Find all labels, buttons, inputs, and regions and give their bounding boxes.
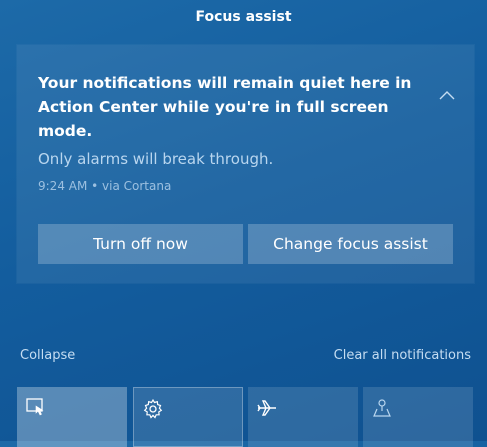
chevron-up-icon[interactable] <box>437 87 457 101</box>
location-icon <box>373 399 391 417</box>
quick-action-settings[interactable] <box>133 387 243 447</box>
quick-action-airplane-mode[interactable] <box>248 387 358 447</box>
action-center-title: Focus assist <box>195 9 292 25</box>
airplane-icon <box>257 400 276 416</box>
tablet-mode-icon <box>26 398 44 416</box>
quick-action-tablet-mode[interactable] <box>17 387 127 447</box>
clear-all-notifications-link[interactable]: Clear all notifications <box>334 348 471 363</box>
quick-action-location[interactable] <box>363 387 473 447</box>
turn-off-now-button[interactable]: Turn off now <box>38 224 243 264</box>
gear-icon <box>143 398 163 419</box>
notification-message: Your notifications will remain quiet her… <box>38 74 412 140</box>
notification-meta: 9:24 AM • via Cortana <box>38 179 172 193</box>
focus-assist-notification: Your notifications will remain quiet her… <box>17 45 474 283</box>
notification-subtext: Only alarms will break through. <box>38 150 274 168</box>
change-focus-assist-button[interactable]: Change focus assist <box>248 224 453 264</box>
collapse-link[interactable]: Collapse <box>20 348 75 363</box>
